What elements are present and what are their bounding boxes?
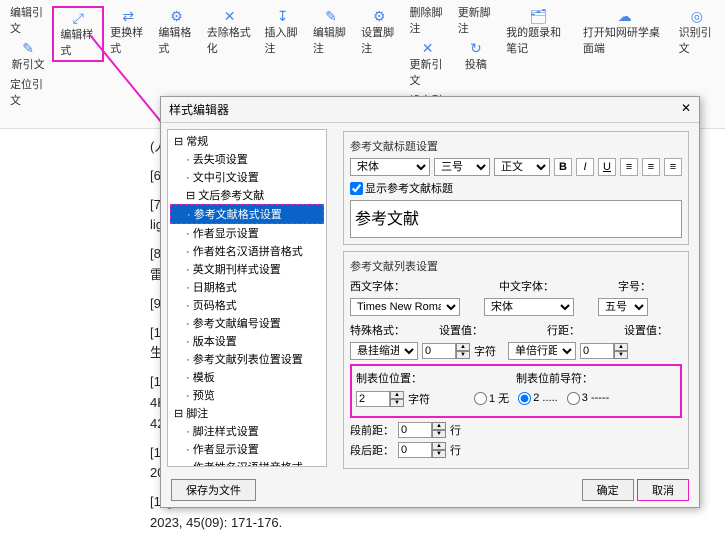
toolbar-icon: ⤢ (70, 10, 86, 26)
tree-item-4[interactable]: · 参考文献格式设置 (170, 204, 324, 224)
toolbar-删除脚注[interactable]: 删除脚注 (403, 2, 451, 38)
toolbar-设置脚注[interactable]: ⚙设置脚注 (355, 6, 403, 58)
toolbar-icon: ⚙ (169, 8, 185, 24)
italic-button[interactable]: I (576, 158, 594, 176)
tab-stop-section: 制表位位置： 制表位前导符： ▲▼ 字符 1 无 2 ..... 3 ----- (350, 364, 682, 418)
tree-item-15[interactable]: ⊟ 脚注 (170, 404, 324, 422)
toolbar-更新引文[interactable]: ✕更新引文 (403, 38, 451, 90)
toolbar-定位引文[interactable]: 定位引文 (4, 74, 52, 110)
tree-item-17[interactable]: · 作者显示设置 (170, 440, 324, 458)
toolbar-icon: ◎ (689, 8, 705, 24)
tree-item-16[interactable]: · 脚注样式设置 (170, 422, 324, 440)
dialog-title-text: 样式编辑器 (169, 101, 229, 118)
leader-option-3[interactable]: 3 ----- (567, 392, 610, 405)
underline-button[interactable]: U (598, 158, 616, 176)
toolbar-icon: ✎ (323, 8, 339, 24)
indent-value-spinner[interactable]: ▲▼ (422, 343, 470, 359)
toolbar-icon: ☁ (617, 8, 633, 24)
toolbar-我的题录和笔记[interactable]: 🗂我的题录和笔记 (500, 6, 577, 58)
tree-item-1[interactable]: · 丢失项设置 (170, 150, 324, 168)
tree-item-18[interactable]: · 作者姓名汉语拼音格式 (170, 458, 324, 467)
tree-item-2[interactable]: · 文中引文设置 (170, 168, 324, 186)
toolbar-新引文[interactable]: ✎新引文 (6, 38, 51, 74)
toolbar-编辑样式[interactable]: ⤢编辑样式 (52, 6, 104, 62)
title-size-select[interactable]: 三号 (434, 158, 490, 176)
title-font-select[interactable]: 宋体 (350, 158, 430, 176)
toolbar-投稿[interactable]: ↻投稿 (459, 38, 493, 74)
toolbar-更新脚注[interactable]: 更新脚注 (452, 2, 500, 38)
tree-item-8[interactable]: · 日期格式 (170, 278, 324, 296)
bold-button[interactable]: B (554, 158, 572, 176)
align-center-button[interactable]: ≡ (642, 158, 660, 176)
toolbar-icon: 🗂 (530, 8, 546, 24)
toolbar-icon: ⚙ (371, 8, 387, 24)
special-format-select[interactable]: 悬挂缩进 (350, 342, 418, 360)
leader-option-1[interactable]: 1 无 (474, 390, 509, 406)
toolbar-编辑引文[interactable]: 编辑引文 (4, 2, 52, 38)
toolbar-icon: ✕ (420, 40, 436, 56)
toolbar-去除格式化[interactable]: ✕去除格式化 (201, 6, 259, 58)
toolbar-打开知网研学桌面端[interactable]: ☁打开知网研学桌面端 (577, 6, 673, 58)
toolbar-icon: ⇄ (120, 8, 136, 24)
list-settings-group: 参考文献列表设置 西文字体： 中文字体： 字号： Times New Roman… (343, 251, 689, 469)
ok-button[interactable]: 确定 (582, 479, 634, 501)
space-before-spinner[interactable]: ▲▼ (398, 422, 446, 438)
style-editor-dialog: 样式编辑器 ✕ ⊟ 常规· 丢失项设置· 文中引文设置⊟ 文后参考文献· 参考文… (160, 96, 700, 508)
line-spacing-select[interactable]: 单倍行距 (508, 342, 576, 360)
toolbar-icon: ✎ (20, 40, 36, 56)
toolbar-icon: ↻ (468, 40, 484, 56)
size-select[interactable]: 五号 (598, 298, 648, 316)
tab-position-spinner[interactable]: ▲▼ (356, 391, 404, 407)
tree-item-7[interactable]: · 英文期刊样式设置 (170, 260, 324, 278)
tree-item-0[interactable]: ⊟ 常规 (170, 132, 324, 150)
align-left-button[interactable]: ≡ (620, 158, 638, 176)
toolbar-更换样式[interactable]: ⇄更换样式 (104, 6, 152, 58)
settings-tree[interactable]: ⊟ 常规· 丢失项设置· 文中引文设置⊟ 文后参考文献· 参考文献格式设置· 作… (167, 129, 327, 467)
line-spacing-value-spinner[interactable]: ▲▼ (580, 343, 628, 359)
show-title-checkbox[interactable]: 显示参考文献标题 (350, 180, 453, 196)
toolbar-icon: ↧ (275, 8, 291, 24)
tree-item-6[interactable]: · 作者姓名汉语拼音格式 (170, 242, 324, 260)
toolbar-识别引文[interactable]: ◎识别引文 (673, 6, 721, 58)
toolbar-icon: ✕ (222, 8, 238, 24)
tree-item-10[interactable]: · 参考文献编号设置 (170, 314, 324, 332)
toolbar-编辑脚注[interactable]: ✎编辑脚注 (307, 6, 355, 58)
save-as-file-button[interactable]: 保存为文件 (171, 479, 256, 501)
title-align-select[interactable]: 正文 (494, 158, 550, 176)
title-settings-group: 参考文献标题设置 宋体 三号 正文 B I U ≡ ≡ ≡ 显示参考文献标题 参… (343, 131, 689, 245)
close-icon[interactable]: ✕ (681, 101, 691, 118)
tree-item-9[interactable]: · 页码格式 (170, 296, 324, 314)
tree-item-13[interactable]: · 模板 (170, 368, 324, 386)
toolbar-编辑格式[interactable]: ⚙编辑格式 (152, 6, 200, 58)
tree-item-12[interactable]: · 参考文献列表位置设置 (170, 350, 324, 368)
leader-option-2[interactable]: 2 ..... (518, 392, 557, 405)
cancel-button[interactable]: 取消 (637, 479, 689, 501)
tree-item-3[interactable]: ⊟ 文后参考文献 (170, 186, 324, 204)
toolbar-插入脚注[interactable]: ↧插入脚注 (259, 6, 307, 58)
space-after-spinner[interactable]: ▲▼ (398, 442, 446, 458)
title-preview: 参考文献 (350, 200, 682, 238)
align-right-button[interactable]: ≡ (664, 158, 682, 176)
tree-item-14[interactable]: · 预览 (170, 386, 324, 404)
west-font-select[interactable]: Times New Roman (350, 298, 460, 316)
tree-item-11[interactable]: · 版本设置 (170, 332, 324, 350)
cn-font-select[interactable]: 宋体 (484, 298, 574, 316)
tree-item-5[interactable]: · 作者显示设置 (170, 224, 324, 242)
